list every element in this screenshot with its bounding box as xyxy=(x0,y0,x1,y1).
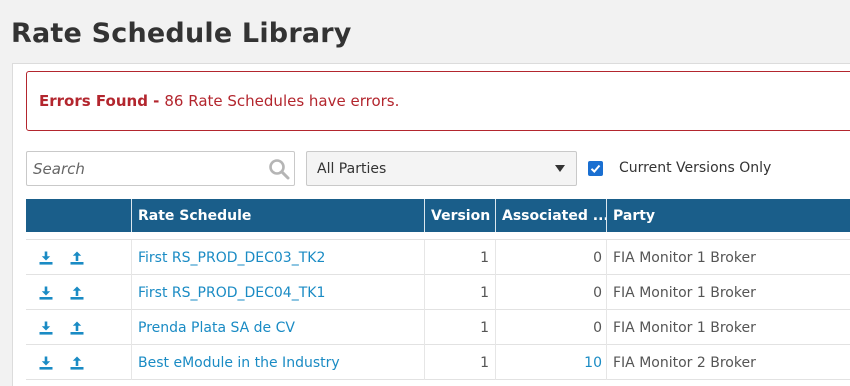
table-header: Rate Schedule Version Associated ... Par… xyxy=(26,199,850,232)
checkmark-icon xyxy=(590,164,601,173)
table-header-gap xyxy=(26,232,850,240)
column-header-version[interactable]: Version xyxy=(431,199,493,232)
party-select-value: All Parties xyxy=(317,160,387,177)
rate-schedule-link[interactable]: First RS_PROD_DEC03_TK2 xyxy=(138,240,325,275)
version-cell: 1 xyxy=(480,249,489,266)
version-cell: 1 xyxy=(480,354,489,371)
upload-icon[interactable] xyxy=(69,250,85,266)
table-body: First RS_PROD_DEC03_TK2 1 0 FIA Monitor … xyxy=(26,240,850,380)
rate-schedule-link[interactable]: First RS_PROD_DEC04_TK1 xyxy=(138,275,325,310)
error-banner: Errors Found - 86 Rate Schedules have er… xyxy=(26,71,850,131)
search-input[interactable] xyxy=(27,152,257,185)
party-cell: FIA Monitor 1 Broker xyxy=(613,249,756,266)
upload-icon[interactable] xyxy=(69,285,85,301)
associated-count: 0 xyxy=(593,319,602,336)
current-versions-checkbox[interactable] xyxy=(588,161,603,176)
download-icon[interactable] xyxy=(38,320,54,336)
page-title: Rate Schedule Library xyxy=(11,18,352,49)
current-versions-label[interactable]: Current Versions Only xyxy=(619,160,771,176)
table-row[interactable]: First RS_PROD_DEC03_TK2 1 0 FIA Monitor … xyxy=(26,240,850,275)
download-icon[interactable] xyxy=(38,285,54,301)
search-box xyxy=(26,151,295,186)
column-header-rate-schedule[interactable]: Rate Schedule xyxy=(138,199,318,232)
table-row[interactable]: Prenda Plata SA de CV 1 0 FIA Monitor 1 … xyxy=(26,310,850,345)
associated-count: 0 xyxy=(593,284,602,301)
associated-count[interactable]: 10 xyxy=(502,345,602,380)
upload-icon[interactable] xyxy=(69,355,85,371)
download-icon[interactable] xyxy=(38,250,54,266)
party-cell: FIA Monitor 1 Broker xyxy=(613,319,756,336)
rate-schedule-link[interactable]: Prenda Plata SA de CV xyxy=(138,310,295,345)
table-row[interactable]: First RS_PROD_DEC04_TK1 1 0 FIA Monitor … xyxy=(26,275,850,310)
download-icon[interactable] xyxy=(38,355,54,371)
party-select[interactable]: All Parties xyxy=(306,151,577,186)
version-cell: 1 xyxy=(480,284,489,301)
column-header-party[interactable]: Party xyxy=(613,199,813,232)
party-cell: FIA Monitor 1 Broker xyxy=(613,284,756,301)
chevron-down-icon xyxy=(555,165,565,172)
error-heading: Errors Found - xyxy=(39,92,160,110)
party-cell: FIA Monitor 2 Broker xyxy=(613,354,756,371)
upload-icon[interactable] xyxy=(69,320,85,336)
column-header-associated[interactable]: Associated ... xyxy=(502,199,606,232)
version-cell: 1 xyxy=(480,319,489,336)
rate-schedule-link[interactable]: Best eModule in the Industry xyxy=(138,345,340,380)
associated-count: 0 xyxy=(593,249,602,266)
table-row[interactable]: Best eModule in the Industry 1 10 FIA Mo… xyxy=(26,345,850,380)
error-message: 86 Rate Schedules have errors. xyxy=(164,92,400,110)
search-icon[interactable] xyxy=(268,158,290,180)
